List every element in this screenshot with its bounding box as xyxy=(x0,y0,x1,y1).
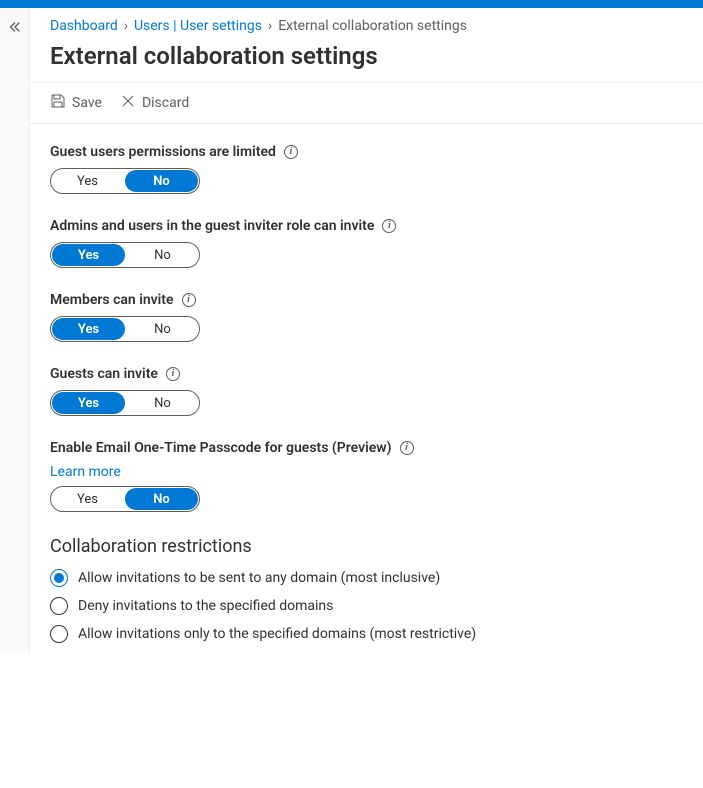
save-icon xyxy=(50,93,66,113)
close-icon xyxy=(120,93,136,113)
radio-label: Allow invitations to be sent to any doma… xyxy=(78,570,440,586)
breadcrumb-users[interactable]: Users | User settings xyxy=(134,18,262,34)
top-accent-bar xyxy=(0,0,703,8)
setting-guest-limited: Guest users permissions are limited i Ye… xyxy=(50,144,683,194)
toggle-guests-invite: Yes No xyxy=(50,390,200,416)
toggle-email-otp: Yes No xyxy=(50,486,200,512)
info-icon[interactable]: i xyxy=(284,145,298,159)
radio-label: Deny invitations to the specified domain… xyxy=(78,598,333,614)
chevron-right-icon: › xyxy=(268,18,272,34)
setting-label-text: Members can invite xyxy=(50,292,174,308)
restrictions-heading: Collaboration restrictions xyxy=(50,536,683,557)
toggle-no[interactable]: No xyxy=(125,170,198,192)
breadcrumb-dashboard[interactable]: Dashboard xyxy=(50,18,118,34)
chevron-right-icon: › xyxy=(124,18,128,34)
radio-deny-specified[interactable]: Deny invitations to the specified domain… xyxy=(50,597,683,615)
toggle-yes[interactable]: Yes xyxy=(52,392,125,414)
info-icon[interactable]: i xyxy=(400,441,414,455)
toggle-members-invite: Yes No xyxy=(50,316,200,342)
breadcrumb-current: External collaboration settings xyxy=(278,18,467,34)
toggle-no[interactable]: No xyxy=(126,391,199,415)
setting-label-text: Admins and users in the guest inviter ro… xyxy=(50,218,374,234)
toggle-guest-limited: Yes No xyxy=(50,168,200,194)
radio-allow-specified[interactable]: Allow invitations only to the specified … xyxy=(50,625,683,643)
setting-label-text: Guests can invite xyxy=(50,366,158,382)
breadcrumb: Dashboard › Users | User settings › Exte… xyxy=(30,8,703,42)
setting-label-text: Enable Email One-Time Passcode for guest… xyxy=(50,440,392,456)
toggle-yes[interactable]: Yes xyxy=(52,244,125,266)
collapse-sidebar-icon[interactable] xyxy=(8,22,22,38)
info-icon[interactable]: i xyxy=(166,367,180,381)
radio-label: Allow invitations only to the specified … xyxy=(78,626,476,642)
radio-icon xyxy=(50,597,68,615)
toggle-yes[interactable]: Yes xyxy=(52,318,125,340)
setting-guests-invite: Guests can invite i Yes No xyxy=(50,366,683,416)
toggle-no[interactable]: No xyxy=(126,317,199,341)
radio-icon xyxy=(50,625,68,643)
save-label: Save xyxy=(72,95,102,111)
setting-admins-invite: Admins and users in the guest inviter ro… xyxy=(50,218,683,268)
setting-members-invite: Members can invite i Yes No xyxy=(50,292,683,342)
toolbar: Save Discard xyxy=(30,83,703,123)
discard-button[interactable]: Discard xyxy=(120,93,189,113)
toggle-yes[interactable]: Yes xyxy=(51,487,124,511)
restrictions-radio-group: Allow invitations to be sent to any doma… xyxy=(50,569,683,643)
discard-label: Discard xyxy=(142,95,189,111)
setting-email-otp: Enable Email One-Time Passcode for guest… xyxy=(50,440,683,512)
sidebar-collapse-column xyxy=(0,8,30,653)
setting-label-text: Guest users permissions are limited xyxy=(50,144,276,160)
toggle-admins-invite: Yes No xyxy=(50,242,200,268)
save-button[interactable]: Save xyxy=(50,93,102,113)
page-title: External collaboration settings xyxy=(30,42,703,82)
toggle-yes[interactable]: Yes xyxy=(51,169,124,193)
toggle-no[interactable]: No xyxy=(126,243,199,267)
radio-icon xyxy=(50,569,68,587)
radio-allow-any[interactable]: Allow invitations to be sent to any doma… xyxy=(50,569,683,587)
info-icon[interactable]: i xyxy=(382,219,396,233)
toggle-no[interactable]: No xyxy=(125,488,198,510)
learn-more-link[interactable]: Learn more xyxy=(50,464,121,480)
info-icon[interactable]: i xyxy=(182,293,196,307)
